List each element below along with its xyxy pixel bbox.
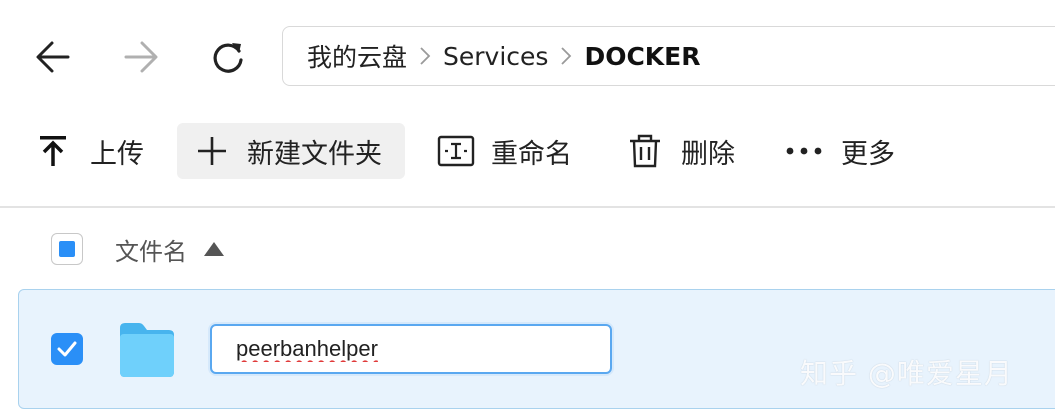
plus-icon — [195, 134, 229, 168]
row-checkbox[interactable] — [51, 333, 83, 365]
more-button[interactable]: 更多 — [785, 123, 910, 179]
arrow-left-icon — [36, 41, 70, 73]
back-button[interactable] — [24, 28, 82, 86]
breadcrumb-item-my-drive[interactable]: 我的云盘 — [307, 38, 407, 74]
rename-icon — [437, 134, 475, 168]
upload-label: 上传 — [90, 138, 144, 170]
more-label: 更多 — [841, 138, 895, 170]
upload-button[interactable]: 上传 — [32, 123, 160, 179]
column-header-label: 文件名 — [115, 237, 187, 266]
delete-button[interactable]: 删除 — [627, 123, 747, 179]
column-header-name[interactable]: 文件名 — [115, 232, 225, 266]
upload-icon — [32, 134, 74, 168]
rename-label: 重命名 — [491, 138, 572, 170]
breadcrumb-item-services[interactable]: Services — [443, 42, 548, 71]
chevron-right-icon — [419, 45, 431, 67]
partial-check-indicator — [59, 241, 75, 257]
rename-button[interactable]: 重命名 — [437, 123, 587, 179]
new-folder-label: 新建文件夹 — [247, 138, 382, 170]
breadcrumb[interactable]: 我的云盘 Services DOCKER — [282, 26, 1055, 86]
file-manager-window: 我的云盘 Services DOCKER 上传 新建文件夹 重命名 删除 更多 … — [0, 0, 1055, 414]
rename-input[interactable] — [210, 324, 612, 374]
trash-icon — [627, 133, 663, 169]
forward-button[interactable] — [112, 28, 170, 86]
folder-icon — [117, 320, 177, 382]
select-all-checkbox[interactable] — [51, 233, 83, 265]
refresh-button[interactable] — [199, 28, 257, 86]
delete-label: 删除 — [681, 138, 735, 170]
triangle-up-icon[interactable] — [203, 241, 225, 257]
watermark: 知乎 @唯爱星月 — [800, 357, 1013, 390]
checkmark-icon — [57, 341, 77, 357]
more-dots-icon — [785, 145, 825, 157]
arrow-right-icon — [124, 41, 158, 73]
refresh-icon — [213, 43, 243, 73]
toolbar-divider — [0, 206, 1055, 208]
breadcrumb-item-docker[interactable]: DOCKER — [584, 42, 700, 71]
new-folder-button[interactable]: 新建文件夹 — [177, 123, 405, 179]
chevron-right-icon — [560, 45, 572, 67]
